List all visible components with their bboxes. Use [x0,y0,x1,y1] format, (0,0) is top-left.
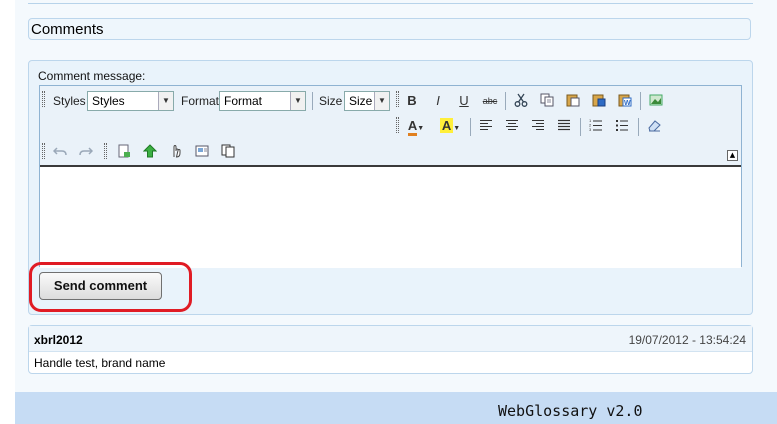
toolbar-grip[interactable] [42,143,45,159]
italic-button[interactable]: I [428,91,448,111]
rich-text-editor: Styles Styles ▼ Format Format ▼ Size Siz… [39,85,742,268]
align-left-button[interactable] [476,116,496,136]
format-label: Format [181,94,220,108]
comment-author: xbrl2012 [34,333,83,347]
align-right-icon [532,120,544,130]
toolbar-grip[interactable] [104,143,107,159]
text-color-button[interactable]: A▼ [402,116,430,136]
send-comment-button[interactable]: Send comment [39,272,162,300]
background-color-button[interactable]: A ▼ [436,116,464,136]
image-button[interactable] [646,91,666,111]
toolbar-separator [640,92,641,110]
copy-format-icon [221,144,235,158]
align-left-icon [480,120,492,130]
toolbar-grip[interactable] [42,91,45,107]
bullet-list-icon [616,120,628,131]
copy-button[interactable] [537,91,557,111]
paste-text-button[interactable] [589,91,609,111]
size-value: Size [349,94,373,108]
footer-version-text: WebGlossary v2.0 [498,402,643,420]
styles-value: Styles [92,94,125,108]
chevron-down-icon: ▼ [290,92,305,110]
upload-icon [143,144,157,158]
image-icon [649,94,663,106]
underline-button[interactable]: U [454,91,474,111]
comment-textarea[interactable] [40,165,741,268]
redo-button[interactable] [76,142,96,162]
chevron-down-icon: ▼ [158,92,173,110]
text-color-icon: A [407,118,418,136]
editor-toolbar: Styles Styles ▼ Format Format ▼ Size Siz… [40,86,741,165]
paste-word-icon: W [618,94,632,107]
page-footer: WebGlossary v2.0 [15,392,777,424]
new-page-icon [118,144,130,158]
toolbar-separator [312,92,313,110]
toolbar-grip[interactable] [396,91,399,107]
align-center-button[interactable] [502,116,522,136]
upload-button[interactable] [140,142,160,162]
toolbar-separator [505,92,506,110]
toolbar-grip[interactable] [396,117,399,133]
paste-text-icon [592,94,606,107]
align-justify-button[interactable] [554,116,574,136]
styles-dropdown[interactable]: Styles ▼ [87,91,174,111]
format-value: Format [224,94,263,108]
strikethrough-button[interactable]: abc [480,91,500,111]
hand-icon [173,144,181,158]
comments-section-header: Comments [28,18,751,40]
insert-icon [195,145,209,157]
undo-icon [53,147,67,156]
numbered-list-icon: 123 [589,118,602,132]
comment-entry: xbrl2012 19/07/2012 - 13:54:24 Handle te… [28,325,753,374]
new-page-button[interactable] [114,142,134,162]
top-divider [28,0,753,4]
cut-button[interactable] [511,91,531,111]
section-title: Comments [31,21,104,38]
left-strip [0,0,15,424]
comment-body: Handle test, brand name [34,356,166,370]
align-center-icon [506,120,518,130]
paste-icon [566,94,580,107]
size-label: Size [319,94,343,108]
comment-header: xbrl2012 19/07/2012 - 13:54:24 [29,326,752,352]
comment-message-label: Comment message: [38,69,146,83]
collapse-toolbar-button[interactable]: ▲ [727,150,738,161]
align-justify-icon [558,119,570,131]
svg-text:3: 3 [589,127,592,132]
eraser-icon [648,120,661,132]
copy-icon [540,93,554,107]
remove-format-button[interactable] [644,116,664,136]
copy-format-button[interactable] [218,142,238,162]
toolbar-separator [470,118,471,136]
insert-button[interactable] [192,142,212,162]
align-right-button[interactable] [528,116,548,136]
undo-button[interactable] [50,142,70,162]
toolbar-separator [580,118,581,136]
format-dropdown[interactable]: Format ▼ [219,91,306,111]
paste-word-button[interactable]: W [615,91,635,111]
bold-button[interactable]: B [402,91,422,111]
hand-button[interactable] [166,142,186,162]
toolbar-separator [638,118,639,136]
size-dropdown[interactable]: Size ▼ [344,91,390,111]
svg-text:W: W [624,100,631,107]
background-color-icon: A [439,118,454,133]
cut-icon [514,93,528,107]
redo-icon [79,147,93,156]
comment-timestamp: 19/07/2012 - 13:54:24 [628,333,746,347]
chevron-down-icon: ▼ [417,125,425,132]
paste-button[interactable] [563,91,583,111]
styles-label: Styles [53,94,86,108]
chevron-down-icon: ▼ [453,125,461,132]
bullet-list-button[interactable] [612,116,632,136]
numbered-list-button[interactable]: 123 [586,116,606,136]
chevron-down-icon: ▼ [374,92,389,110]
